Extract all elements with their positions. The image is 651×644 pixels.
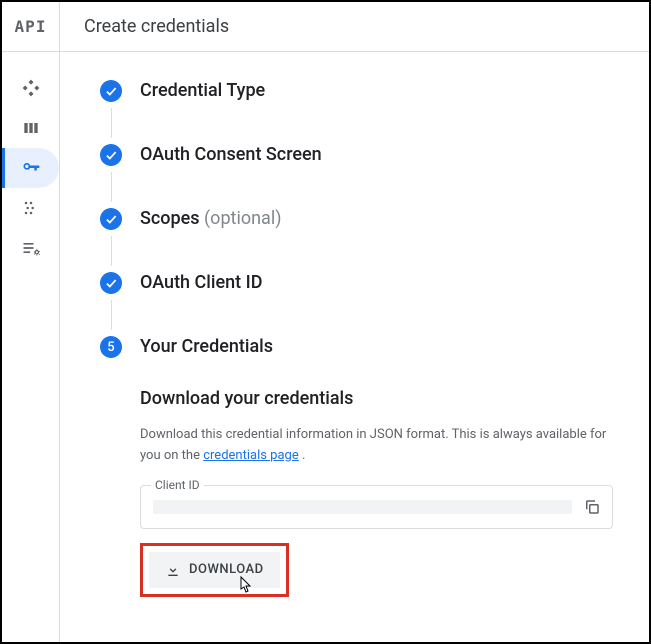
nav-library[interactable] — [2, 108, 59, 148]
api-logo: API — [2, 2, 59, 52]
credentials-section: Download your credentials Download this … — [140, 388, 613, 597]
optional-text: (optional) — [204, 208, 281, 229]
connector — [111, 172, 112, 202]
page-header: Create credentials — [60, 2, 649, 52]
field-label: Client ID — [151, 478, 204, 492]
connector — [111, 236, 112, 266]
step-credential-type[interactable]: Credential Type — [96, 80, 613, 144]
desc-suffix: . — [299, 448, 306, 463]
diamond-icon — [21, 78, 41, 98]
connector — [111, 108, 112, 138]
library-icon — [21, 118, 41, 138]
nav-consent[interactable] — [2, 188, 59, 228]
step-your-credentials[interactable]: 5 Your Credentials — [96, 336, 613, 358]
check-icon — [100, 144, 122, 166]
nav-settings[interactable] — [2, 228, 59, 268]
step-label-text: Scopes — [140, 208, 200, 229]
check-icon — [100, 272, 122, 294]
content: Credential Type OAuth Consent Screen — [60, 52, 649, 597]
download-label: DOWNLOAD — [189, 562, 264, 577]
nav-dashboard[interactable] — [2, 68, 59, 108]
page-title: Create credentials — [84, 16, 229, 37]
credentials-page-link[interactable]: credentials page — [203, 448, 299, 463]
step-label: Scopes (optional) — [140, 208, 281, 230]
step-label: Your Credentials — [140, 336, 273, 358]
key-icon — [21, 158, 41, 178]
section-description: Download this credential information in … — [140, 425, 613, 467]
step-scopes[interactable]: Scopes (optional) — [96, 208, 613, 272]
step-oauth-client-id[interactable]: OAuth Client ID — [96, 272, 613, 336]
client-id-field[interactable]: Client ID — [140, 485, 613, 529]
dots-icon — [21, 198, 41, 218]
nav-credentials[interactable] — [2, 148, 59, 188]
step-label: Credential Type — [140, 80, 265, 102]
settings-icon — [21, 238, 41, 258]
download-icon — [165, 562, 181, 578]
main: Create credentials Credential Type — [60, 2, 649, 642]
check-icon — [100, 208, 122, 230]
step-label: OAuth Client ID — [140, 272, 262, 294]
copy-button[interactable] — [580, 495, 604, 519]
step-label: OAuth Consent Screen — [140, 144, 322, 166]
sidebar: API — [2, 2, 60, 642]
section-heading: Download your credentials — [140, 388, 613, 409]
step-number: 5 — [100, 336, 122, 358]
nav — [2, 52, 59, 268]
connector — [111, 300, 112, 330]
step-oauth-consent[interactable]: OAuth Consent Screen — [96, 144, 613, 208]
download-button[interactable]: DOWNLOAD — [149, 552, 280, 588]
download-highlight: DOWNLOAD — [140, 543, 289, 597]
check-icon — [100, 80, 122, 102]
client-id-value — [153, 500, 572, 514]
copy-icon — [583, 498, 601, 516]
